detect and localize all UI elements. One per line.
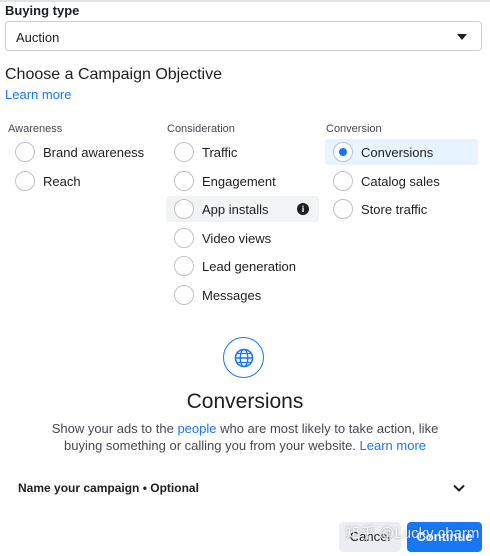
option-label: Conversions	[361, 144, 434, 160]
buying-type-select[interactable]: Auction	[5, 21, 482, 51]
option-catalog-sales[interactable]: Catalog sales	[325, 168, 478, 194]
radio-button[interactable]	[15, 171, 35, 191]
info-icon[interactable]: i	[297, 203, 309, 215]
radio-button[interactable]	[333, 199, 353, 219]
option-reach[interactable]: Reach	[7, 168, 157, 194]
option-brand-awareness[interactable]: Brand awareness	[7, 139, 157, 165]
option-label: Messages	[202, 287, 262, 303]
radio-button[interactable]	[15, 142, 35, 162]
option-traffic[interactable]: Traffic	[166, 139, 319, 165]
option-store-traffic[interactable]: Store traffic	[325, 196, 478, 222]
objective-description: Show your ads to the people who are most…	[50, 420, 440, 454]
option-label: Store traffic	[361, 201, 428, 217]
option-label: Brand awareness	[43, 144, 145, 160]
learn-more-link[interactable]: Learn more	[360, 438, 426, 453]
option-label: Traffic	[202, 144, 238, 160]
description-text: Show your ads to the	[51, 421, 178, 436]
cancel-button[interactable]: Cancel	[339, 522, 401, 552]
radio-button[interactable]	[174, 142, 194, 162]
option-engagement[interactable]: Engagement	[166, 168, 319, 194]
option-messages[interactable]: Messages	[166, 282, 319, 308]
option-label: Video views	[202, 230, 272, 246]
option-video-views[interactable]: Video views	[166, 225, 319, 251]
objective-title: Conversions	[186, 390, 304, 413]
radio-button[interactable]	[174, 228, 194, 248]
conversion-column-label: Conversion	[326, 123, 382, 135]
continue-button[interactable]: Continue	[407, 522, 482, 552]
radio-button[interactable]	[174, 285, 194, 305]
radio-button[interactable]	[174, 199, 194, 219]
option-app-installs[interactable]: App installs i	[166, 196, 319, 222]
awareness-column-label: Awareness	[8, 123, 63, 135]
option-label: Reach	[43, 173, 81, 189]
globe-icon-badge	[223, 337, 264, 378]
buying-type-label: Buying type	[5, 3, 80, 18]
globe-icon	[234, 348, 253, 367]
radio-button-checked[interactable]	[333, 142, 353, 162]
top-divider	[0, 0, 490, 2]
learn-more-link[interactable]: Learn more	[5, 87, 71, 102]
buying-type-value: Auction	[16, 30, 60, 45]
option-label: App installs	[202, 201, 269, 217]
people-link[interactable]: people	[177, 421, 216, 436]
option-label: Engagement	[202, 173, 276, 189]
consideration-column-label: Consideration	[167, 123, 235, 135]
chevron-down-icon[interactable]	[452, 481, 466, 495]
option-label: Catalog sales	[361, 173, 440, 189]
name-campaign-toggle[interactable]: Name your campaign • Optional	[18, 481, 199, 495]
objective-heading: Choose a Campaign Objective	[5, 66, 223, 83]
option-conversions[interactable]: Conversions	[325, 139, 478, 165]
option-lead-generation[interactable]: Lead generation	[166, 253, 319, 279]
radio-button[interactable]	[174, 171, 194, 191]
radio-button[interactable]	[333, 171, 353, 191]
caret-down-icon	[457, 34, 467, 40]
option-label: Lead generation	[202, 258, 296, 274]
radio-button[interactable]	[174, 256, 194, 276]
